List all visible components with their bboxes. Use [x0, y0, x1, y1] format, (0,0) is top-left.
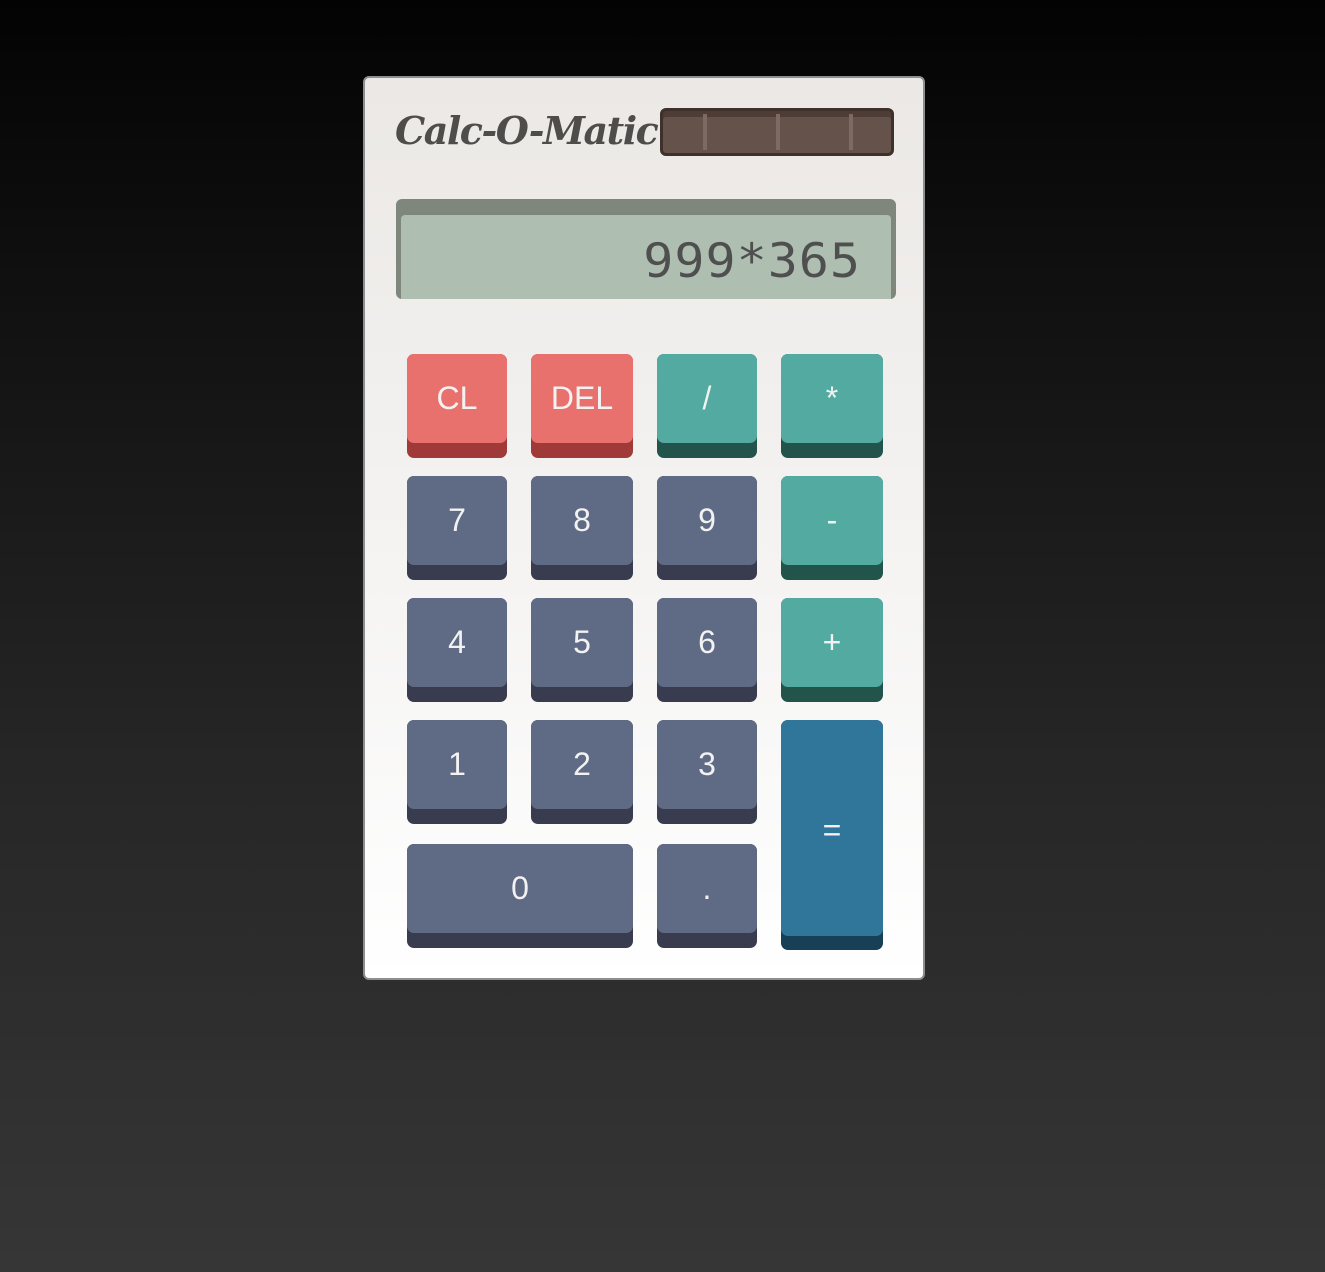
- digit-8-label: 8: [531, 476, 633, 565]
- digit-7-button[interactable]: 7: [407, 476, 507, 580]
- clear-button-label: CL: [407, 354, 507, 443]
- brand-logo: Calc-O-Matic: [395, 108, 659, 153]
- decimal-button-label: .: [657, 844, 757, 933]
- digit-0-button[interactable]: 0: [407, 844, 633, 948]
- digit-6-label: 6: [657, 598, 757, 687]
- display: 999*365: [396, 199, 896, 299]
- digit-5-button[interactable]: 5: [531, 598, 633, 702]
- solar-panel: [660, 108, 894, 156]
- digit-7-label: 7: [407, 476, 507, 565]
- delete-button-label: DEL: [531, 354, 633, 443]
- divide-button-label: /: [657, 354, 757, 443]
- calculator: Calc-O-Matic 999*365 CL DEL / * 7 8 9 - …: [363, 76, 925, 980]
- digit-9-label: 9: [657, 476, 757, 565]
- digit-4-button[interactable]: 4: [407, 598, 507, 702]
- equals-button-label: =: [781, 720, 883, 936]
- digit-1-label: 1: [407, 720, 507, 809]
- clear-button[interactable]: CL: [407, 354, 507, 458]
- solar-cell-divider: [849, 114, 853, 150]
- multiply-button-label: *: [781, 354, 883, 443]
- add-button[interactable]: +: [781, 598, 883, 702]
- digit-3-button[interactable]: 3: [657, 720, 757, 824]
- digit-8-button[interactable]: 8: [531, 476, 633, 580]
- digit-0-label: 0: [407, 844, 633, 933]
- subtract-button-label: -: [781, 476, 883, 565]
- add-button-label: +: [781, 598, 883, 687]
- multiply-button[interactable]: *: [781, 354, 883, 458]
- decimal-button[interactable]: .: [657, 844, 757, 948]
- equals-button[interactable]: =: [781, 720, 883, 950]
- digit-6-button[interactable]: 6: [657, 598, 757, 702]
- digit-3-label: 3: [657, 720, 757, 809]
- subtract-button[interactable]: -: [781, 476, 883, 580]
- digit-2-label: 2: [531, 720, 633, 809]
- digit-9-button[interactable]: 9: [657, 476, 757, 580]
- digit-1-button[interactable]: 1: [407, 720, 507, 824]
- solar-cell-divider: [703, 114, 707, 150]
- display-screen: 999*365: [401, 215, 891, 299]
- display-value: 999*365: [643, 233, 861, 289]
- digit-4-label: 4: [407, 598, 507, 687]
- solar-cell-divider: [776, 114, 780, 150]
- digit-2-button[interactable]: 2: [531, 720, 633, 824]
- digit-5-label: 5: [531, 598, 633, 687]
- delete-button[interactable]: DEL: [531, 354, 633, 458]
- divide-button[interactable]: /: [657, 354, 757, 458]
